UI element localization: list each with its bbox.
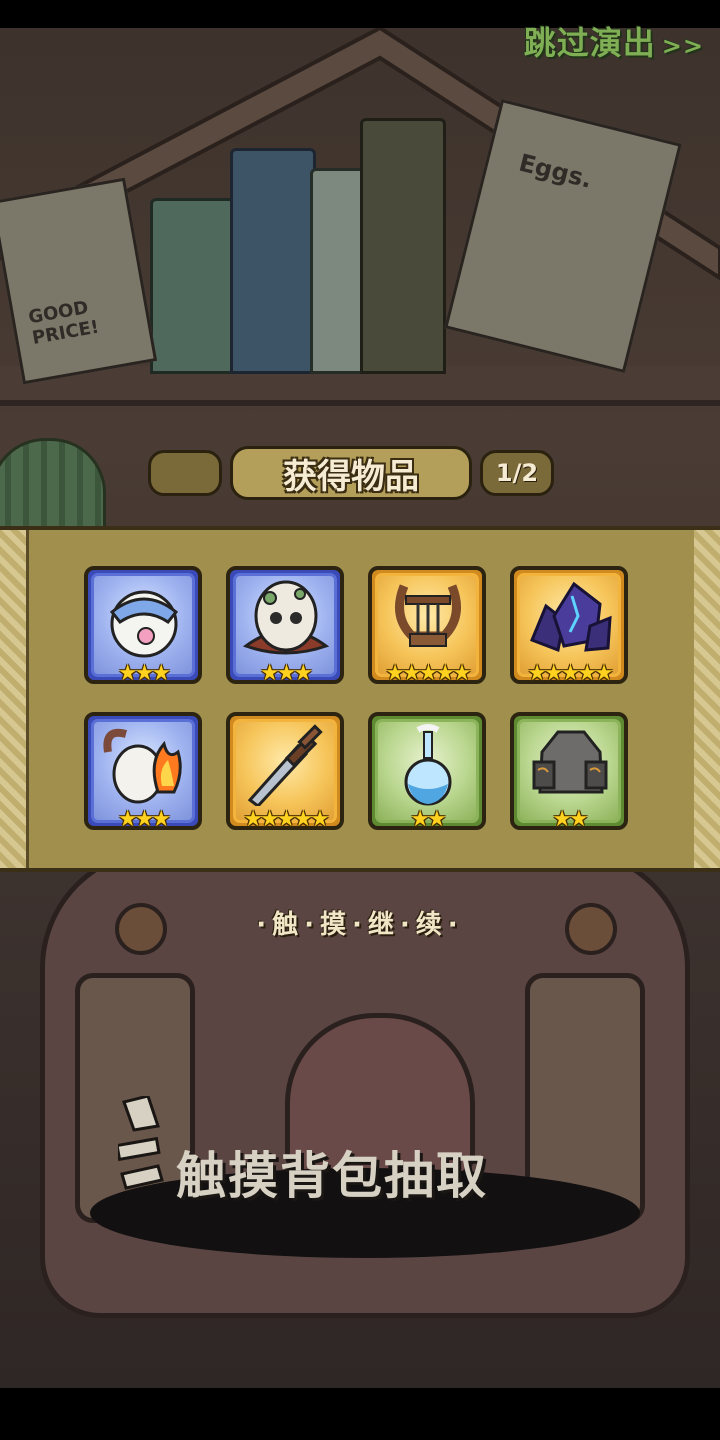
item-stars: ★★★★★ [243, 807, 330, 832]
item-slot[interactable]: ★★★ [84, 566, 202, 686]
book-dark [360, 118, 446, 374]
flask-icon [404, 724, 452, 806]
reward-title: 获得物品 [230, 446, 472, 500]
reward-grid: ★★★ ★★★ ★★★★★ ★★★★★ ★★★ ★★★★★ ★★ ★★ [84, 566, 636, 838]
item-stars: ★★ [552, 807, 588, 832]
item-slot[interactable]: ★★ [510, 712, 628, 832]
item-stars: ★★★ [117, 661, 171, 686]
title-ornament-left [148, 450, 222, 496]
draw-hint[interactable]: 触摸背包抽取 [176, 1136, 488, 1208]
crystal-icon [530, 581, 612, 653]
page-indicator: 1/2 [480, 450, 554, 496]
item-stars: ★★★ [259, 661, 313, 686]
status-bar-bottom [0, 1388, 720, 1440]
item-slot[interactable]: ★★★★★ [510, 566, 628, 686]
item-stars: ★★★ [117, 807, 171, 832]
item-slot[interactable]: ★★★★★ [368, 566, 486, 686]
book-blue [230, 148, 316, 374]
panel-edge-right [694, 530, 720, 868]
skull-egg-icon [242, 580, 330, 655]
poster-eggs-text: Eggs. [516, 148, 595, 194]
panel-edge-left [0, 530, 26, 868]
reward-title-bar: 获得物品 1/2 [148, 446, 554, 500]
item-stars: ★★★★★ [527, 661, 614, 686]
item-stars: ★★★★★ [385, 661, 472, 686]
lyre-icon [395, 584, 461, 647]
poster-good-price-text: GOOD PRICE! [26, 297, 101, 349]
item-stars: ★★ [410, 807, 446, 832]
bandana-egg-icon [109, 590, 179, 658]
skip-arrows: >> [661, 32, 704, 60]
sword-icon [247, 724, 323, 806]
helmet-icon [532, 730, 608, 794]
fire-horn-egg-icon [103, 728, 182, 804]
skip-button[interactable]: 跳过演出 >> [524, 18, 704, 64]
skip-label: 跳过演出 [523, 24, 656, 62]
tap-to-continue[interactable]: ·触·摸·继·续· [0, 904, 720, 941]
item-slot[interactable]: ★★ [368, 712, 486, 832]
book-green [150, 198, 236, 374]
item-slot[interactable]: ★★★ [226, 566, 344, 686]
item-slot[interactable]: ★★★ [84, 712, 202, 832]
tap-mark-icon [118, 1096, 164, 1190]
item-slot[interactable]: ★★★★★ [226, 712, 344, 832]
